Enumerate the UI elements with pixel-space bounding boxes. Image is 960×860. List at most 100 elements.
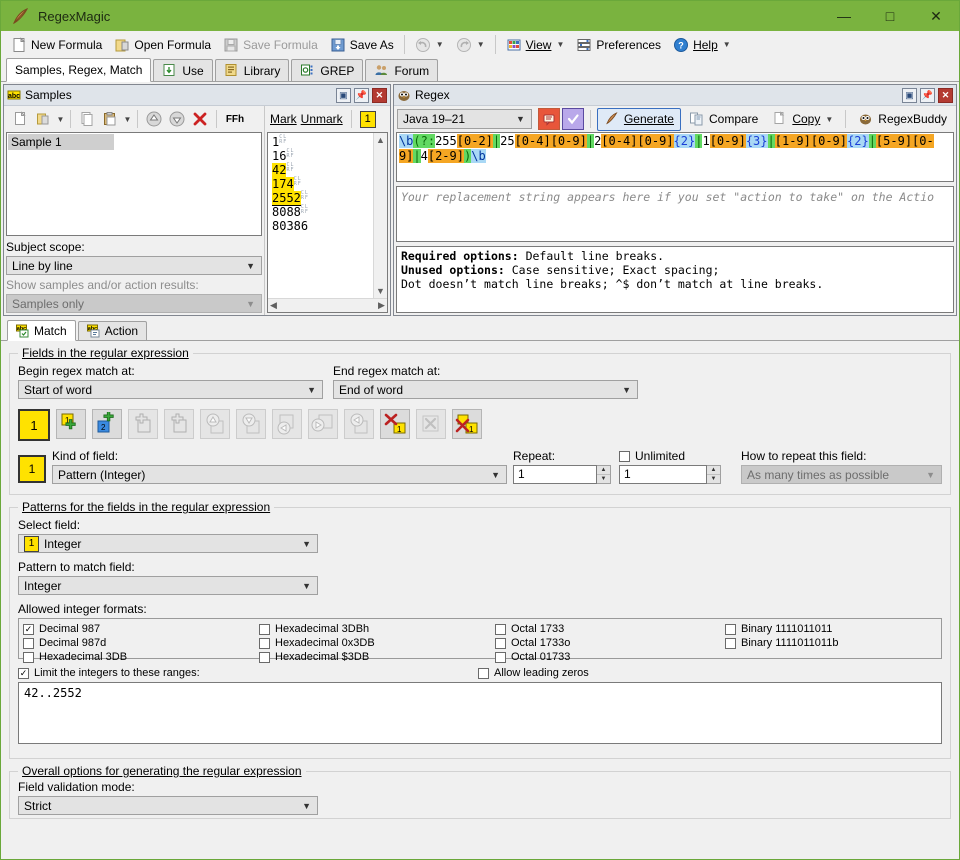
format-checkbox-row[interactable]: Hexadecimal 3DB xyxy=(23,651,259,663)
replacement-text-editor[interactable]: Your replacement string appears here if … xyxy=(396,186,954,242)
regexbuddy-button[interactable]: RegexBuddy xyxy=(852,108,953,131)
close-button[interactable]: ✕ xyxy=(913,1,959,31)
new-sample-icon[interactable] xyxy=(9,108,31,130)
maximize-button[interactable]: □ xyxy=(867,1,913,31)
redo-button[interactable]: ▼ xyxy=(450,33,491,56)
format-checkbox-row[interactable]: ✓ Decimal 987 xyxy=(23,623,259,635)
repeat-min-input[interactable]: 1 xyxy=(513,465,597,484)
unlimited-checkbox-row[interactable]: Unlimited xyxy=(619,449,735,463)
field-1-button[interactable]: 1 xyxy=(18,409,50,441)
field-validation-select[interactable]: Strict ▼ xyxy=(18,796,318,815)
samples-close-icon[interactable]: ✕ xyxy=(372,88,387,103)
ranges-input[interactable]: 42..2552 xyxy=(18,682,942,744)
samples-vscrollbar[interactable]: ▲ ▼ xyxy=(373,133,387,298)
new-formula-button[interactable]: New Formula xyxy=(5,33,108,56)
samples-text-content[interactable]: 1CLRF 16CLRF 42CLRF 174CLRF 2552CLRF 808… xyxy=(268,133,373,298)
regex-text-editor[interactable]: \b(?:255[0-2]|25[0-4][0-9]|2[0-4][0-9]{2… xyxy=(396,132,954,182)
open-sample-icon[interactable] xyxy=(32,108,54,130)
delete-icon[interactable] xyxy=(189,108,211,130)
undo-button[interactable]: ▼ xyxy=(409,33,450,56)
allow-leading-zeros-checkbox[interactable] xyxy=(478,668,489,679)
format-checkbox-row[interactable]: Binary 1111011011b xyxy=(725,637,941,649)
add-field-before-button[interactable]: 2 xyxy=(92,409,122,439)
generate-button[interactable]: Generate xyxy=(597,108,681,131)
help-caret-icon[interactable]: ▼ xyxy=(723,40,731,49)
compare-button[interactable]: Compare xyxy=(683,108,764,131)
end-match-select[interactable]: End of word ▼ xyxy=(333,380,638,399)
view-button[interactable]: View ▼ xyxy=(500,33,571,56)
copy-icon[interactable] xyxy=(76,108,98,130)
preferences-button[interactable]: Preferences xyxy=(570,33,667,56)
hexadecimal-dollar3db-checkbox[interactable] xyxy=(259,652,270,663)
samples-restore-icon[interactable]: ▣ xyxy=(336,88,351,103)
repeat-max-stepper[interactable]: ▲▼ xyxy=(707,465,721,484)
subject-scope-select[interactable]: Line by line ▼ xyxy=(6,256,262,275)
tab-library[interactable]: Library xyxy=(215,59,290,81)
binary-1111011011b-checkbox[interactable] xyxy=(725,638,736,649)
begin-match-select[interactable]: Start of word ▼ xyxy=(18,380,323,399)
regex-comment-icon[interactable] xyxy=(538,108,560,130)
format-checkbox-row[interactable]: Hexadecimal 0x3DB xyxy=(259,637,495,649)
redo-caret-icon[interactable]: ▼ xyxy=(477,40,485,49)
format-checkbox-row[interactable]: Octal 1733 xyxy=(495,623,725,635)
octal-1733-checkbox[interactable] xyxy=(495,624,506,635)
paste-icon[interactable] xyxy=(99,108,121,130)
kind-of-field-select[interactable]: Pattern (Integer) ▼ xyxy=(52,465,507,484)
unlimited-checkbox[interactable] xyxy=(619,451,630,462)
repeat-max-input[interactable]: 1 xyxy=(619,465,707,484)
tab-action[interactable]: abc Action xyxy=(78,321,147,340)
hexadecimal-0x3db-checkbox[interactable] xyxy=(259,638,270,649)
samples-pin-icon[interactable]: 📌 xyxy=(354,88,369,103)
tab-grep[interactable]: GREP xyxy=(291,59,363,81)
save-as-button[interactable]: Save As xyxy=(324,33,400,56)
samples-hscrollbar[interactable]: ◀▶ xyxy=(268,298,387,312)
field-badge-1[interactable]: 1 xyxy=(360,111,376,128)
format-checkbox-row[interactable]: Octal 01733 xyxy=(495,651,725,663)
limit-ranges-checkbox[interactable]: ✓ xyxy=(18,668,29,679)
tab-match[interactable]: abc Match xyxy=(7,320,76,341)
help-button[interactable]: ? Help ▼ xyxy=(667,33,737,56)
regex-close-icon[interactable]: ✕ xyxy=(938,88,953,103)
delete-field-button[interactable]: 1 xyxy=(380,409,410,439)
repeat-min-stepper[interactable]: ▲▼ xyxy=(597,465,611,484)
open-formula-button[interactable]: Open Formula xyxy=(108,33,217,56)
add-field-after-button[interactable]: 1 xyxy=(56,409,86,439)
samples-list[interactable]: Sample 1 xyxy=(6,132,262,236)
leading-zeros-checkbox-row[interactable]: Allow leading zeros xyxy=(478,667,589,679)
copy-button[interactable]: Copy ▼ xyxy=(766,108,839,131)
list-item[interactable]: Sample 1 xyxy=(8,134,114,150)
regex-validate-check-icon[interactable] xyxy=(562,108,584,130)
pattern-to-match-select[interactable]: Integer ▼ xyxy=(18,576,318,595)
tab-use[interactable]: Use xyxy=(153,59,212,81)
tab-forum[interactable]: Forum xyxy=(365,59,438,81)
decimal-987-checkbox[interactable]: ✓ xyxy=(23,624,34,635)
minimize-button[interactable]: — xyxy=(821,1,867,31)
limit-ranges-checkbox-row[interactable]: ✓ Limit the integers to these ranges: xyxy=(18,667,478,679)
format-checkbox-row[interactable]: Binary 1111011011 xyxy=(725,623,941,635)
unmark-button[interactable]: Unmark xyxy=(301,112,343,126)
regex-restore-icon[interactable]: ▣ xyxy=(902,88,917,103)
regex-pin-icon[interactable]: 📌 xyxy=(920,88,935,103)
select-field-select[interactable]: 1 Integer ▼ xyxy=(18,534,318,553)
move-up-icon[interactable] xyxy=(143,108,165,130)
open-sample-dropdown[interactable]: ▼ xyxy=(55,108,65,130)
format-checkbox-row[interactable]: Octal 1733o xyxy=(495,637,725,649)
view-caret-icon[interactable]: ▼ xyxy=(556,40,564,49)
paste-dropdown[interactable]: ▼ xyxy=(122,108,132,130)
decimal-987d-checkbox[interactable] xyxy=(23,638,34,649)
format-checkbox-row[interactable]: Hexadecimal 3DBh xyxy=(259,623,495,635)
hexadecimal-3dbh-checkbox[interactable] xyxy=(259,624,270,635)
regex-flavor-select[interactable]: Java 19–21 ▼ xyxy=(397,109,532,129)
octal-01733-checkbox[interactable] xyxy=(495,652,506,663)
octal-1733o-checkbox[interactable] xyxy=(495,638,506,649)
mark-button[interactable]: Mark xyxy=(270,112,297,126)
undo-caret-icon[interactable]: ▼ xyxy=(436,40,444,49)
clear-field-button[interactable]: 1 xyxy=(452,409,482,439)
hex-toggle-button[interactable]: FFh xyxy=(222,108,248,130)
samples-text-area[interactable]: 1CLRF 16CLRF 42CLRF 174CLRF 2552CLRF 808… xyxy=(267,132,388,313)
hexadecimal-3db-checkbox[interactable] xyxy=(23,652,34,663)
format-checkbox-row[interactable]: Decimal 987d xyxy=(23,637,259,649)
copy-caret-icon[interactable]: ▼ xyxy=(825,115,833,124)
tab-samples-regex-match[interactable]: Samples, Regex, Match xyxy=(6,58,151,82)
binary-1111011011-checkbox[interactable] xyxy=(725,624,736,635)
